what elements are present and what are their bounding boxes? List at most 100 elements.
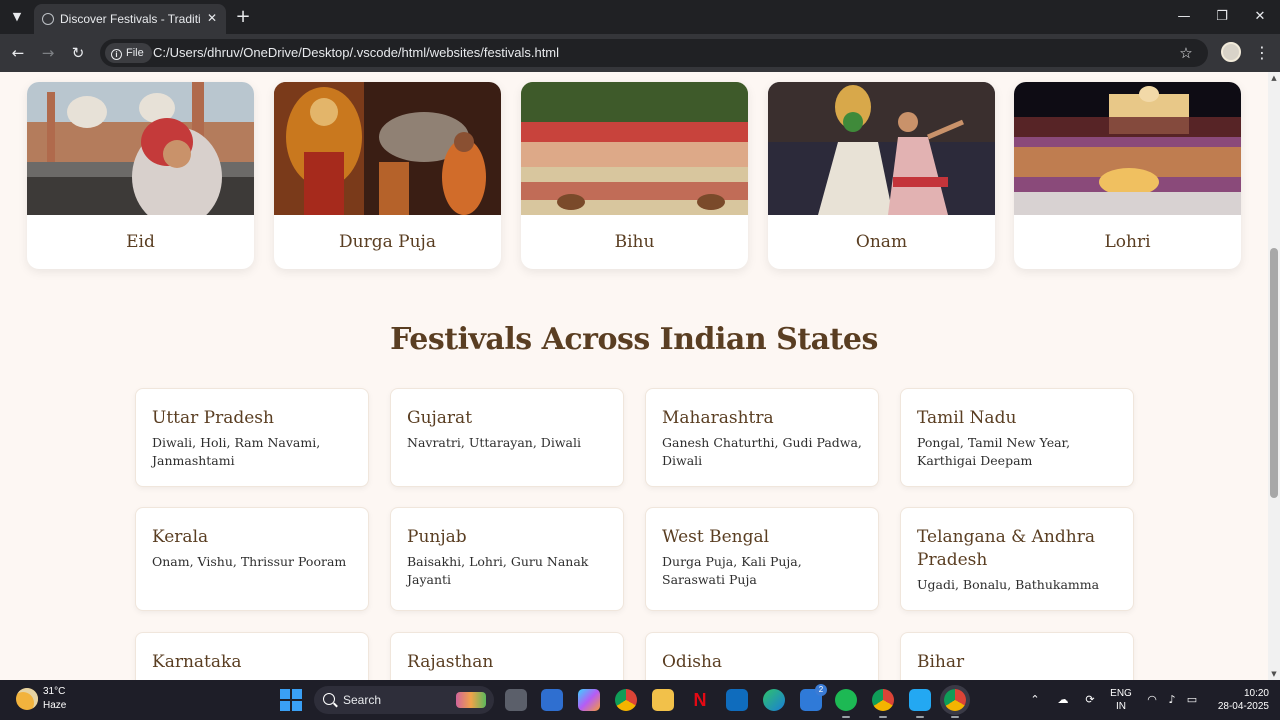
weather-haze-icon[interactable] (16, 688, 38, 710)
reload-icon[interactable]: ↻ (67, 42, 89, 64)
todo-icon[interactable]: 2 (800, 684, 827, 711)
windows-start-icon[interactable] (280, 689, 302, 711)
task-view-icon[interactable] (505, 689, 527, 711)
more-menu-icon[interactable]: ⋮ (1252, 42, 1272, 64)
bookmark-star-icon[interactable]: ☆ (1176, 43, 1196, 63)
edge-icon[interactable] (763, 689, 785, 711)
netflix-icon[interactable]: N (689, 689, 711, 711)
state-card[interactable]: Uttar Pradesh Diwali, Holi, Ram Navami, … (135, 388, 369, 487)
copilot-icon[interactable] (578, 689, 600, 711)
browser-tab[interactable]: Discover Festivals - Traditional I ✕ (34, 4, 226, 34)
weather-description[interactable]: Haze (43, 700, 66, 711)
page-scrollbar[interactable]: ▲ ▼ (1268, 72, 1280, 680)
festival-name: Eid (126, 232, 155, 252)
state-card[interactable]: West Bengal Durga Puja, Kali Puja, Saras… (645, 507, 879, 611)
forward-arrow-icon[interactable]: → (37, 42, 59, 64)
taskbar-search[interactable]: Search (314, 686, 494, 714)
search-label: Search (343, 693, 382, 707)
state-name: Karnataka (152, 652, 242, 672)
state-name: Bihar (917, 652, 965, 672)
state-name: Rajasthan (407, 652, 494, 672)
festival-name: Durga Puja (339, 232, 436, 252)
clock-time: 10:20 (1243, 688, 1269, 699)
state-card[interactable]: Bihar (900, 632, 1134, 680)
site-info-chip[interactable]: i File (105, 43, 152, 63)
weather-temperature[interactable]: 31°C (43, 686, 65, 697)
tab-close-icon[interactable]: ✕ (204, 10, 220, 26)
window-close-icon[interactable]: ✕ (1247, 4, 1273, 30)
spotify-icon[interactable] (835, 689, 857, 718)
navigation-toolbar: ← → ↻ i File C:/Users/dhruv/OneDrive/Desk… (0, 34, 1280, 72)
state-name: Tamil Nadu (917, 408, 1017, 428)
state-festivals: Pongal, Tamil New Year, Karthigai Deepam (917, 435, 1071, 468)
state-card[interactable]: Telangana & Andhra Pradesh Ugadi, Bonalu… (900, 507, 1134, 611)
microsoft-store-icon[interactable] (541, 689, 563, 711)
state-name: Gujarat (407, 408, 473, 428)
tab-title: Discover Festivals - Traditional I (60, 12, 200, 26)
state-name: Kerala (152, 527, 209, 547)
bihu-image (521, 82, 748, 215)
file-chip-label: File (126, 47, 144, 59)
state-card[interactable]: Gujarat Navratri, Uttarayan, Diwali (390, 388, 624, 487)
chrome-active-icon[interactable] (944, 689, 966, 718)
festival-card-eid[interactable]: Eid (27, 82, 254, 269)
state-card[interactable]: Odisha (645, 632, 879, 680)
state-card[interactable]: Tamil Nadu Pongal, Tamil New Year, Karth… (900, 388, 1134, 487)
battery-icon[interactable]: ▭ (1185, 693, 1199, 707)
festival-name: Onam (855, 232, 908, 252)
new-tab-plus-icon[interactable]: + (232, 6, 254, 28)
onam-image (768, 82, 995, 215)
state-card[interactable]: Kerala Onam, Vishu, Thrissur Pooram (135, 507, 369, 611)
state-card[interactable]: Rajasthan (390, 632, 624, 680)
section-title: Festivals Across Indian States (390, 322, 878, 357)
state-name: Maharashtra (662, 408, 774, 428)
state-card[interactable]: Karnataka (135, 632, 369, 680)
profile-avatar[interactable] (1221, 42, 1241, 62)
state-festivals: Ugadi, Bonalu, Bathukamma (917, 577, 1100, 592)
festival-name: Lohri (1104, 232, 1151, 252)
state-name: Uttar Pradesh (152, 408, 274, 428)
tab-search-chevron-down-icon[interactable]: ▼ (6, 6, 28, 28)
vscode-icon[interactable] (909, 689, 931, 718)
state-festivals: Diwali, Holi, Ram Navami, Janmashtami (152, 435, 321, 468)
scroll-thumb[interactable] (1270, 248, 1278, 498)
state-card[interactable]: Maharashtra Ganesh Chaturthi, Gudi Padwa… (645, 388, 879, 487)
state-card[interactable]: Punjab Baisakhi, Lohri, Guru Nanak Jayan… (390, 507, 624, 611)
back-arrow-icon[interactable]: ← (7, 42, 29, 64)
url-text[interactable]: C:/Users/dhruv/OneDrive/Desktop/.vscode/… (153, 45, 559, 61)
sync-icon[interactable]: ⟳ (1083, 693, 1097, 707)
festival-card-bihu[interactable]: Bihu (521, 82, 748, 269)
scroll-down-arrow-icon[interactable]: ▼ (1268, 668, 1280, 680)
volume-icon[interactable]: ♪ (1165, 693, 1179, 707)
address-bar[interactable]: i File C:/Users/dhruv/OneDrive/Desktop/.v… (100, 39, 1208, 67)
info-icon: i (111, 49, 122, 60)
globe-icon (42, 13, 54, 25)
chevron-up-icon[interactable]: ⌃ (1028, 693, 1042, 707)
eid-image (27, 82, 254, 215)
festival-card-onam[interactable]: Onam (768, 82, 995, 269)
state-festivals: Baisakhi, Lohri, Guru Nanak Jayanti (407, 554, 589, 587)
tab-strip: ▼ Discover Festivals - Traditional I ✕ +… (0, 0, 1280, 34)
state-name: Punjab (407, 527, 467, 547)
chrome-profile-icon[interactable] (872, 689, 894, 718)
wifi-icon[interactable]: ◠ (1145, 693, 1159, 707)
outlook-icon[interactable] (726, 689, 748, 711)
festival-card-lohri[interactable]: Lohri (1014, 82, 1241, 269)
page-content: Eid Durga Puja Bihu Onam Lohri Festivals… (0, 72, 1268, 680)
scroll-up-arrow-icon[interactable]: ▲ (1268, 72, 1280, 84)
system-clock[interactable]: 10:20 28-04-2025 (1205, 687, 1275, 713)
minimize-icon[interactable]: — (1171, 4, 1197, 30)
state-name: Telangana & Andhra Pradesh (917, 527, 1095, 570)
file-explorer-icon[interactable] (652, 689, 674, 711)
cloud-off-icon[interactable]: ☁ (1056, 693, 1070, 707)
search-icon (323, 693, 335, 705)
language-indicator[interactable]: ENG IN (1110, 687, 1132, 713)
maximize-icon[interactable]: ❐ (1209, 4, 1235, 30)
durga-puja-image (274, 82, 501, 215)
festival-name: Bihu (614, 232, 655, 252)
chrome-icon[interactable] (615, 689, 637, 711)
search-highlight-icon (456, 692, 486, 708)
festival-card-durga-puja[interactable]: Durga Puja (274, 82, 501, 269)
state-name: Odisha (662, 652, 723, 672)
notification-badge: 2 (815, 684, 827, 696)
